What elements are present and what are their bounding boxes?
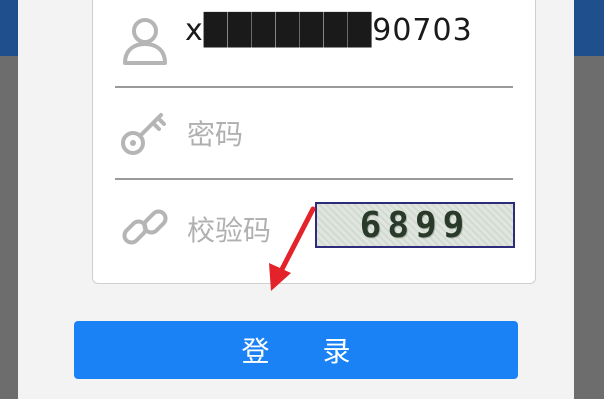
overlay-right bbox=[574, 56, 604, 399]
user-icon bbox=[123, 18, 167, 65]
captcha-input[interactable]: 校验码 bbox=[187, 209, 271, 249]
password-row[interactable]: 密码 bbox=[93, 87, 537, 179]
key-icon bbox=[121, 113, 166, 155]
password-input[interactable]: 密码 bbox=[187, 113, 243, 153]
login-button[interactable]: 登 录 bbox=[74, 321, 518, 379]
username-row[interactable]: x███████90703 bbox=[93, 0, 537, 87]
username-value[interactable]: x███████90703 bbox=[185, 13, 473, 48]
link-icon bbox=[122, 209, 168, 245]
overlay-left bbox=[0, 56, 18, 399]
captcha-image[interactable]: 6899 bbox=[315, 202, 515, 248]
captcha-code: 6899 bbox=[359, 204, 471, 246]
red-arrow-icon bbox=[269, 206, 316, 291]
